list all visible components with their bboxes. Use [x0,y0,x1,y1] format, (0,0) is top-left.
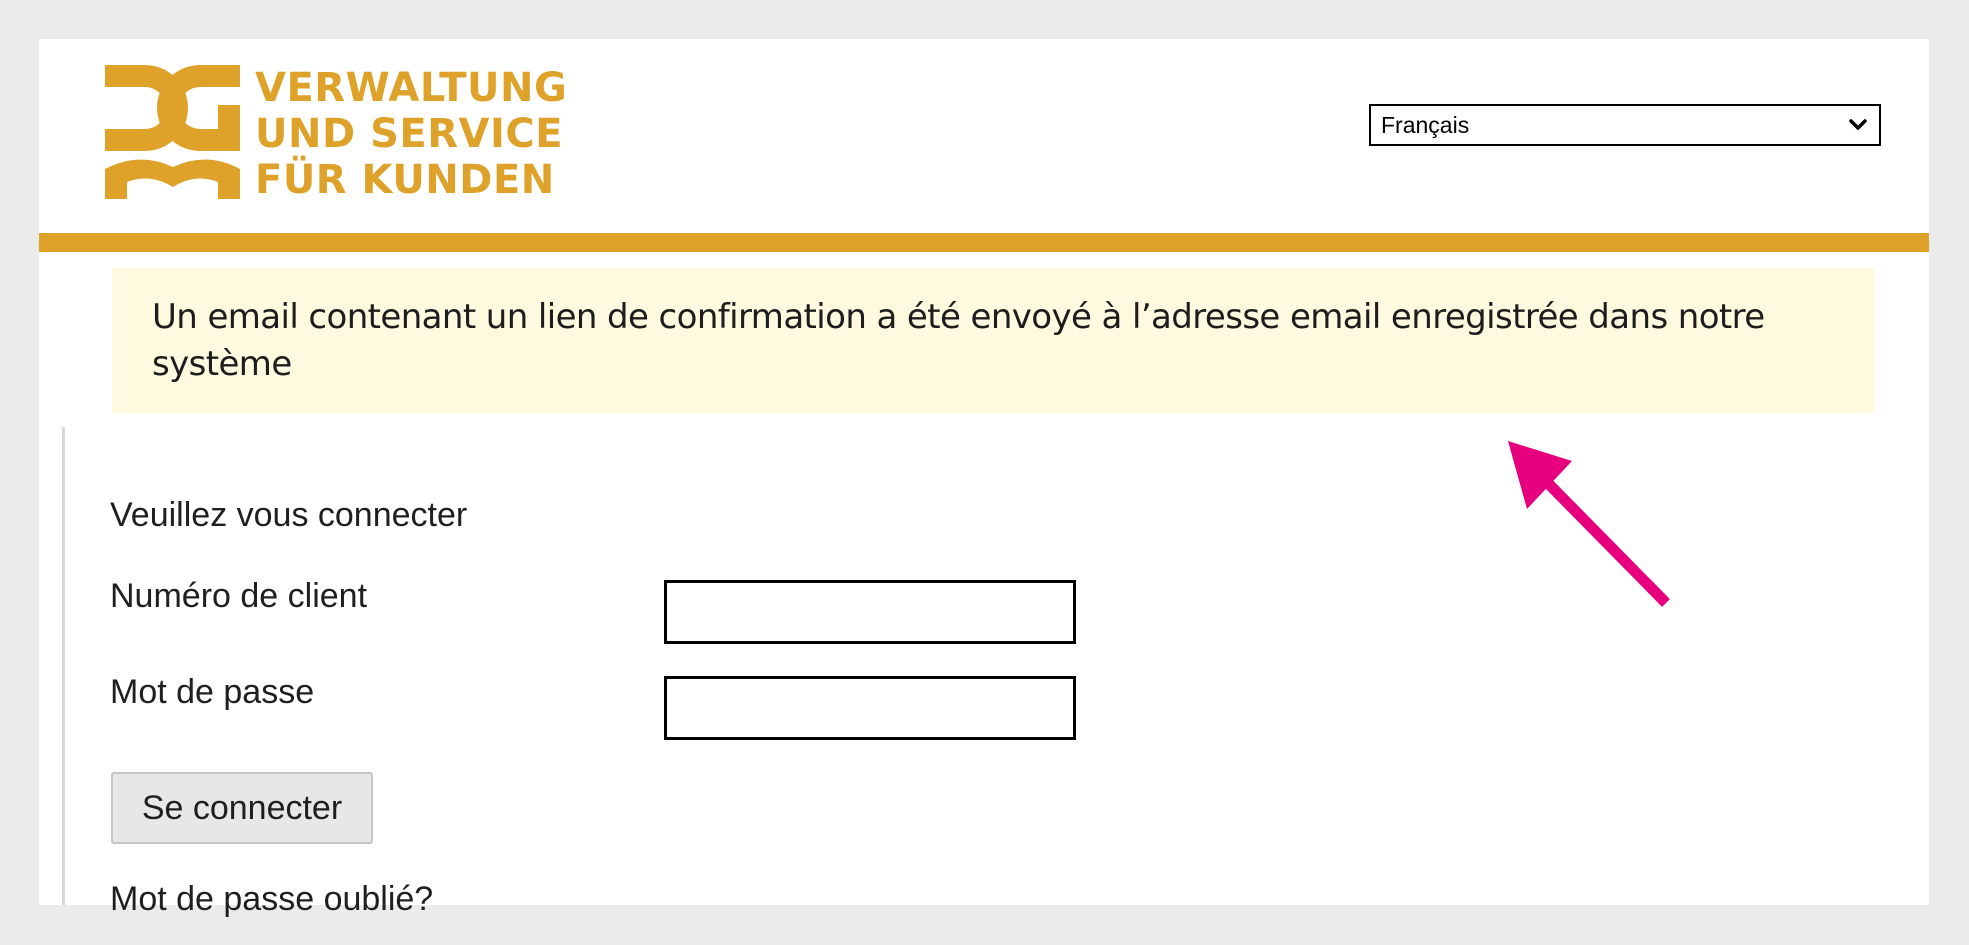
logo-line-2: UND SERVICE [255,111,564,157]
password-label: Mot de passe [110,673,315,711]
language-select-value: Français [1381,111,1470,138]
language-select[interactable]: Français [1369,104,1881,146]
page: VERWALTUNG UND SERVICE FÜR KUNDEN França… [39,39,1929,918]
logo: VERWALTUNG UND SERVICE FÜR KUNDEN [105,65,595,205]
login-heading: Veuillez vous connecter [110,496,468,534]
forgot-password-link[interactable]: Mot de passe oublié? [110,880,433,919]
header: VERWALTUNG UND SERVICE FÜR KUNDEN França… [39,39,1929,233]
header-divider [39,233,1929,252]
login-button[interactable]: Se connecter [111,772,373,844]
login-form: Veuillez vous connecter Numéro de client… [62,427,1076,918]
logo-line-1: VERWALTUNG [255,65,568,111]
confirmation-notice: Un email contenant un lien de confirmati… [112,268,1874,413]
logo-text: VERWALTUNG UND SERVICE FÜR KUNDEN [255,65,567,203]
chevron-down-icon [1849,119,1867,130]
password-input[interactable] [664,676,1076,740]
customer-number-input[interactable] [664,580,1076,644]
logo-line-3: FÜR KUNDEN [255,157,555,203]
arrow-icon [1508,441,1670,607]
customer-number-label: Numéro de client [110,577,368,615]
dg-monogram-icon [105,65,240,199]
notice-message: Un email contenant un lien de confirmati… [152,297,1765,384]
